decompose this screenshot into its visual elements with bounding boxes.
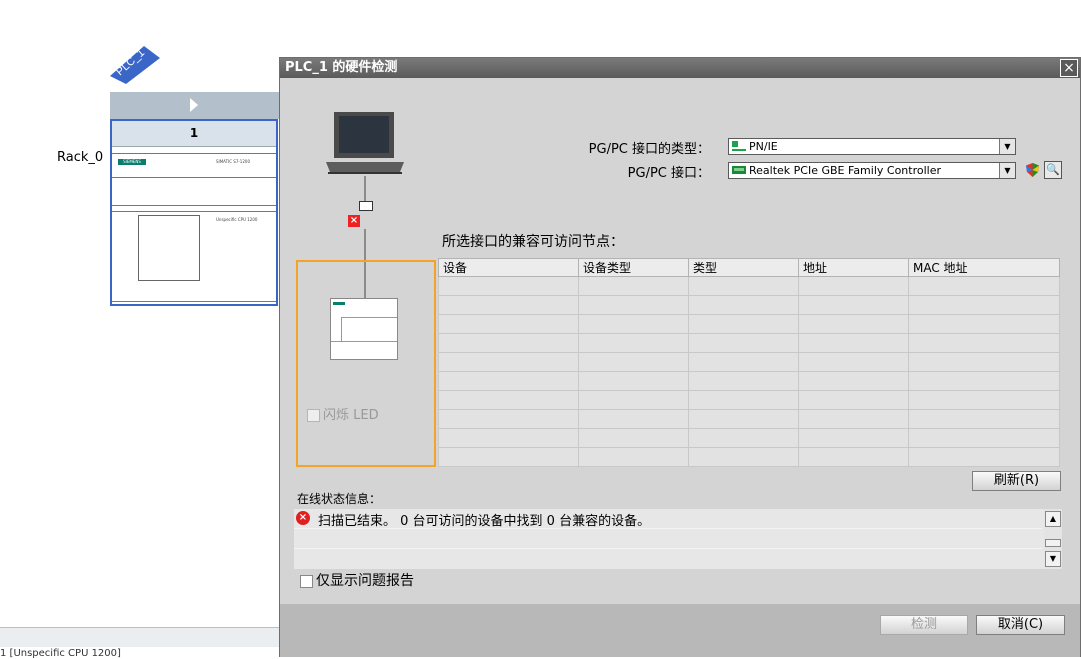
divider [112, 211, 276, 212]
only-issues-label: 仅显示问题报告 [316, 573, 414, 589]
rack-header[interactable] [110, 92, 280, 119]
hardware-detection-dialog: PLC_1 的硬件检测 × × 闪烁 LED PG/PC 接口的类型： PN/I… [279, 57, 1081, 657]
rack-label: Rack_0 [57, 150, 104, 165]
table-row [438, 333, 1060, 353]
divider [112, 205, 276, 206]
table-row [438, 295, 1060, 315]
close-button[interactable]: × [1060, 59, 1078, 77]
cancel-button[interactable]: 取消(C) [976, 615, 1065, 635]
column-header-type[interactable]: 类型 [688, 258, 799, 277]
column-header-mac-address[interactable]: MAC 地址 [908, 258, 1060, 277]
cpu-io-block [138, 215, 200, 281]
magnifier-icon[interactable]: 🔍 [1044, 161, 1062, 179]
dialog-title: PLC_1 的硬件检测 [280, 58, 1080, 78]
chevron-down-icon[interactable]: ▼ [999, 139, 1015, 154]
scroll-thumb[interactable] [1045, 539, 1061, 547]
table-row [438, 352, 1060, 372]
table-row [438, 390, 1060, 410]
cpu-model-line1: SIMATIC S7-1200 [216, 159, 250, 164]
list-item: × 扫描已结束。 0 台可访问的设备中找到 0 台兼容的设备。 [294, 509, 1042, 529]
flash-led-label: 闪烁 LED [323, 408, 379, 423]
refresh-button[interactable]: 刷新(R) [972, 471, 1061, 491]
cpu-module[interactable]: 1 SIEMENS SIMATIC S7-1200 Unspecific CPU… [110, 119, 278, 306]
scroll-up-icon[interactable]: ▲ [1045, 511, 1061, 527]
expand-arrow-icon[interactable] [190, 98, 198, 112]
table-row [438, 314, 1060, 334]
connection-error-icon: × [348, 215, 360, 227]
dialog-footer: 检测 取消(C) [280, 604, 1080, 657]
column-header-device-type[interactable]: 设备类型 [578, 258, 689, 277]
table-row [438, 428, 1060, 448]
slot-number: 1 [112, 121, 276, 147]
chevron-down-icon[interactable]: ▼ [999, 163, 1015, 178]
laptop-icon [326, 112, 404, 174]
checkbox-box[interactable] [300, 574, 313, 588]
column-header-address[interactable]: 地址 [798, 258, 909, 277]
table-row [438, 447, 1060, 467]
only-issues-checkbox[interactable]: 仅显示问题报告 [300, 570, 414, 590]
network-plug-icon [359, 201, 373, 211]
status-message-list: × 扫描已结束。 0 台可访问的设备中找到 0 台兼容的设备。 ▲ ▼ [294, 509, 1062, 569]
target-device-frame [296, 260, 436, 467]
pgpc-interface-label: PG/PC 接口： [627, 166, 710, 181]
cable [364, 176, 366, 201]
pgpc-interface-value: Realtek PCIe GBE Family Controller [749, 164, 942, 177]
cpu-brand-logo: SIEMENS [118, 159, 146, 165]
pgpc-type-select[interactable]: PN/IE ▼ [728, 138, 1016, 155]
accessible-nodes-table: 设备 设备类型 类型 地址 MAC 地址 [438, 258, 1060, 467]
detect-button[interactable]: 检测 [880, 615, 968, 635]
divider [112, 153, 276, 154]
cpu-model-line2: Unspecific CPU 1200 [216, 217, 258, 222]
shield-icon[interactable] [1025, 162, 1040, 178]
table-row [438, 276, 1060, 296]
plc-name-tag: PLC_1 [110, 46, 160, 84]
network-icon [732, 141, 746, 151]
error-icon: × [296, 511, 310, 525]
list-item [294, 529, 1042, 549]
pgpc-type-value: PN/IE [749, 140, 778, 153]
flash-led-checkbox[interactable]: 闪烁 LED [307, 404, 379, 423]
target-plc-icon [330, 298, 398, 360]
table-row [438, 409, 1060, 429]
status-scrollbar[interactable]: ▲ ▼ [1044, 509, 1062, 569]
checkbox-box[interactable] [307, 409, 320, 422]
divider [112, 301, 276, 302]
rack: 1 SIEMENS SIMATIC S7-1200 Unspecific CPU… [110, 92, 280, 307]
pgpc-interface-select[interactable]: Realtek PCIe GBE Family Controller ▼ [728, 162, 1016, 179]
table-row [438, 371, 1060, 391]
nodes-section-title: 所选接口的兼容可访问节点： [442, 234, 624, 250]
status-message: 扫描已结束。 0 台可访问的设备中找到 0 台兼容的设备。 [318, 514, 651, 529]
network-card-icon [732, 166, 746, 174]
device-view-status-text: 1 [Unspecific CPU 1200] [0, 648, 121, 659]
device-view-status-strip [0, 627, 282, 647]
divider [112, 177, 276, 178]
pgpc-type-label: PG/PC 接口的类型： [588, 142, 710, 157]
column-header-device[interactable]: 设备 [438, 258, 579, 277]
status-label: 在线状态信息： [297, 492, 382, 506]
scroll-down-icon[interactable]: ▼ [1045, 551, 1061, 567]
